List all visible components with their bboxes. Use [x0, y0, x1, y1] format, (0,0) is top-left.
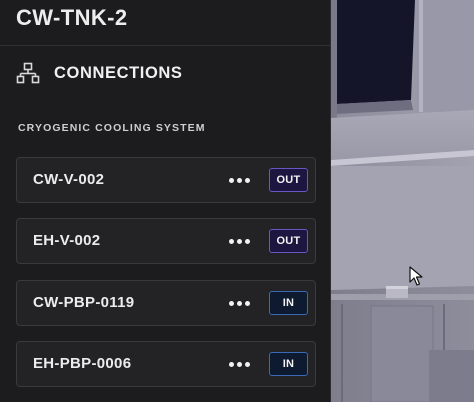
more-horizontal-icon[interactable] [227, 353, 251, 375]
more-horizontal-icon[interactable] [227, 292, 251, 314]
connection-name: CW-V-002 [33, 171, 105, 188]
connection-item[interactable]: CW-PBP-0119 IN [16, 280, 316, 326]
more-horizontal-icon[interactable] [227, 169, 251, 191]
direction-badge: OUT [269, 229, 308, 253]
connection-item[interactable]: CW-V-002 OUT [16, 157, 316, 203]
connection-name: EH-PBP-0006 [33, 355, 132, 372]
direction-badge: IN [269, 291, 308, 315]
connection-name: EH-V-002 [33, 232, 101, 249]
direction-badge: OUT [269, 168, 308, 192]
section-title: CONNECTIONS [54, 63, 183, 82]
app-root: CW-TNK-2 CONNECTIONS CRYOGENIC COOLING S… [0, 0, 474, 402]
panel-header: CW-TNK-2 [0, 0, 331, 46]
connection-name: CW-PBP-0119 [33, 294, 135, 311]
scene-viewport[interactable] [331, 0, 474, 402]
connection-item[interactable]: EH-PBP-0006 IN [16, 341, 316, 387]
page-title: CW-TNK-2 [16, 5, 128, 30]
group-label: CRYOGENIC COOLING SYSTEM [18, 122, 206, 134]
direction-badge: IN [269, 352, 308, 376]
mouse-pointer-icon [409, 266, 423, 286]
connections-panel: CW-TNK-2 CONNECTIONS CRYOGENIC COOLING S… [0, 0, 331, 402]
scene-render [331, 0, 474, 402]
connection-item[interactable]: EH-V-002 OUT [16, 218, 316, 264]
more-horizontal-icon[interactable] [227, 230, 251, 252]
connections-section-header: CONNECTIONS [16, 58, 183, 88]
network-icon [16, 62, 40, 84]
